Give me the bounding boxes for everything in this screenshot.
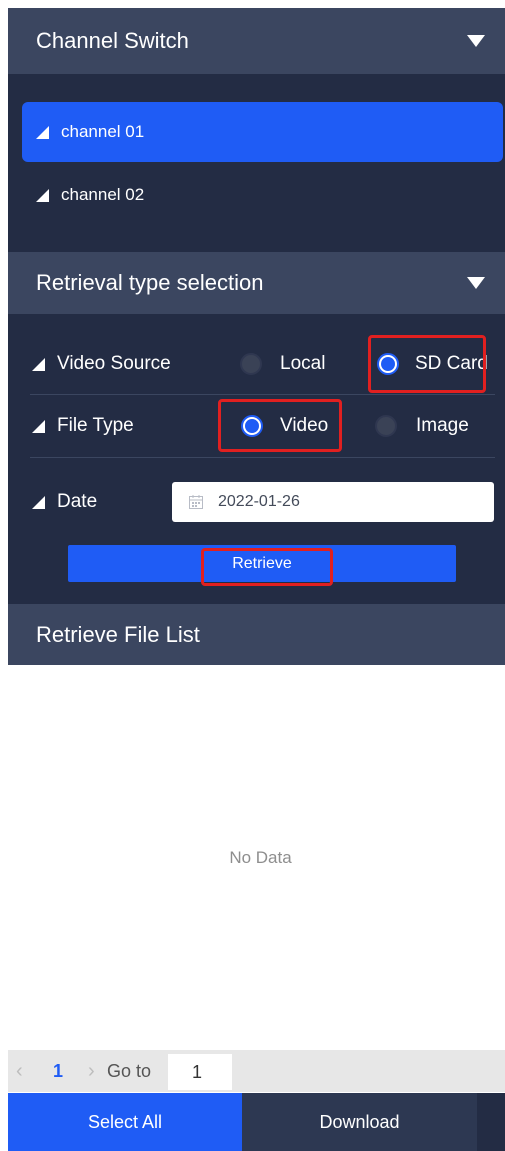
retrieval-type-title: Retrieval type selection	[36, 270, 264, 295]
highlight-box-video	[218, 399, 342, 452]
file-list-title: Retrieve File List	[36, 621, 200, 647]
radio-unchecked-icon[interactable]	[375, 415, 397, 437]
image-option-label: Image	[416, 415, 469, 436]
date-label: Date	[57, 491, 98, 512]
divider	[30, 457, 495, 458]
file-list-header: Retrieve File List	[8, 604, 505, 665]
chevron-down-icon[interactable]	[467, 277, 485, 289]
video-source-label: Video Source	[57, 353, 171, 374]
expand-triangle-icon	[36, 188, 49, 202]
expand-triangle-icon	[36, 125, 49, 139]
download-button[interactable]: Download	[242, 1093, 477, 1151]
expand-triangle-icon	[32, 419, 45, 433]
radio-unchecked-icon[interactable]	[240, 353, 262, 375]
bottom-bar-edge	[477, 1093, 505, 1151]
date-label-row: Date	[32, 484, 97, 520]
video-source-label-row: Video Source	[32, 346, 171, 382]
go-to-label: Go to	[107, 1061, 152, 1081]
expand-triangle-icon	[32, 357, 45, 371]
retrieval-type-header[interactable]: Retrieval type selection	[8, 252, 505, 314]
file-type-label: File Type	[57, 415, 134, 436]
channel-label: channel 02	[61, 185, 145, 204]
calendar-icon[interactable]	[188, 494, 204, 510]
prev-page-icon[interactable]: ‹	[16, 1060, 23, 1083]
highlight-box-sd-card	[368, 335, 486, 393]
channel-switch-header[interactable]: Channel Switch	[8, 8, 505, 74]
highlight-box-retrieve	[201, 548, 333, 586]
chevron-down-icon[interactable]	[467, 35, 485, 47]
go-to-input-value: 1	[192, 1061, 203, 1082]
expand-triangle-icon	[32, 495, 45, 509]
local-option-label: Local	[280, 353, 326, 374]
pagination-bar	[8, 1050, 505, 1092]
date-input[interactable]: 2022-01-26	[172, 482, 494, 522]
date-value: 2022-01-26	[218, 493, 300, 510]
page-number-current[interactable]: 1	[53, 1061, 63, 1082]
channel-switch-title: Channel Switch	[36, 28, 189, 53]
channel-label: channel 01	[61, 122, 145, 141]
select-all-button[interactable]: Select All	[8, 1093, 242, 1151]
channel-item-02[interactable]: channel 02	[22, 165, 503, 225]
download-label: Download	[319, 1111, 400, 1132]
select-all-label: Select All	[87, 1111, 163, 1132]
channel-item-01[interactable]: channel 01	[22, 102, 503, 162]
file-type-label-row: File Type	[32, 408, 134, 444]
empty-state-text: No Data	[229, 848, 292, 867]
go-to-input[interactable]: 1	[168, 1054, 232, 1090]
video-source-option-local[interactable]: Local	[240, 346, 325, 382]
divider	[30, 394, 495, 395]
file-type-option-image[interactable]: Image	[375, 408, 469, 444]
next-page-icon[interactable]: ›	[88, 1060, 95, 1083]
